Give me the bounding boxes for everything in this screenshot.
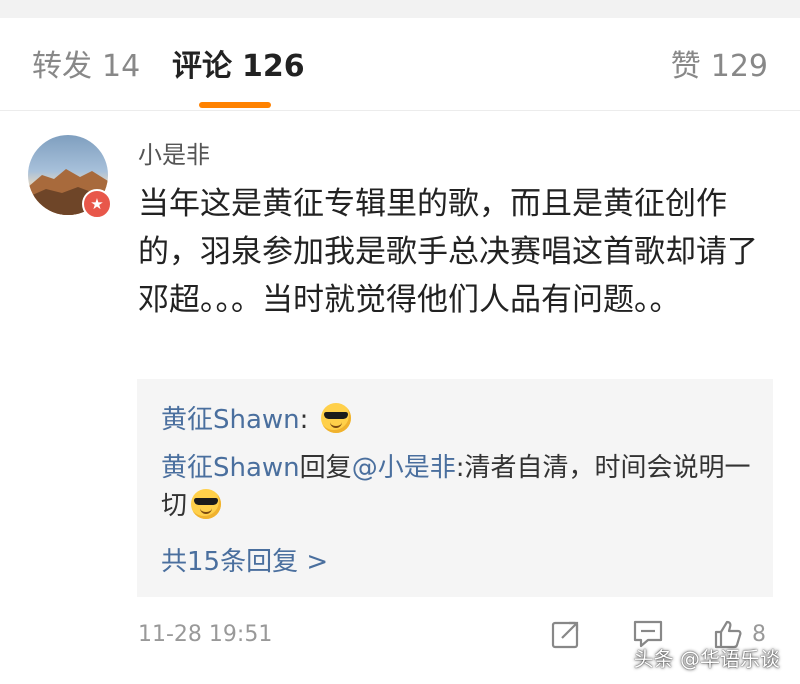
- reply-thread[interactable]: 黄征Shawn: 黄征Shawn回复@小是非:清者自清，时间会说明一切 共15条…: [137, 379, 773, 597]
- reply-author[interactable]: 黄征Shawn: [161, 405, 300, 435]
- top-strip: [0, 0, 800, 18]
- tab-comments[interactable]: 评论 126: [172, 48, 305, 86]
- active-tab-indicator: [199, 102, 271, 108]
- tab-bar: 转发 14 评论 126 赞 129: [0, 18, 800, 111]
- tab-likes-count: 129: [710, 49, 768, 84]
- comment-username[interactable]: 小是非: [138, 140, 210, 170]
- tab-likes[interactable]: 赞 129: [671, 48, 768, 86]
- reply-separator: :: [299, 405, 317, 435]
- reply-item: 黄征Shawn:: [161, 401, 761, 439]
- sunglasses-emoji-icon: [320, 403, 351, 433]
- reply-author[interactable]: 黄征Shawn: [161, 453, 300, 483]
- tab-repost-label: 转发: [32, 49, 92, 84]
- sunglasses-emoji-icon: [191, 489, 222, 519]
- comment-timestamp: 11-28 19:51: [138, 622, 273, 647]
- more-replies-link[interactable]: 共15条回复 >: [161, 543, 328, 581]
- tab-comments-count: 126: [242, 49, 305, 84]
- tab-repost[interactable]: 转发 14: [32, 48, 140, 86]
- reply-verb: 回复: [299, 453, 352, 483]
- comment-text: 当年这是黄征专辑里的歌，而且是黄征创作的，羽泉参加我是歌手总决赛唱这首歌却请了邓…: [138, 186, 758, 318]
- reply-item: 黄征Shawn回复@小是非:清者自清，时间会说明一切: [161, 449, 761, 525]
- verified-badge-icon: ★: [82, 189, 112, 219]
- tab-repost-count: 14: [102, 49, 141, 84]
- tab-likes-label: 赞: [670, 49, 701, 84]
- tab-comments-label: 评论: [172, 49, 232, 84]
- watermark: 头条 @华语乐谈: [633, 647, 780, 671]
- avatar[interactable]: ★: [28, 135, 112, 219]
- share-icon[interactable]: [550, 618, 582, 650]
- reply-mention[interactable]: @小是非: [352, 453, 456, 483]
